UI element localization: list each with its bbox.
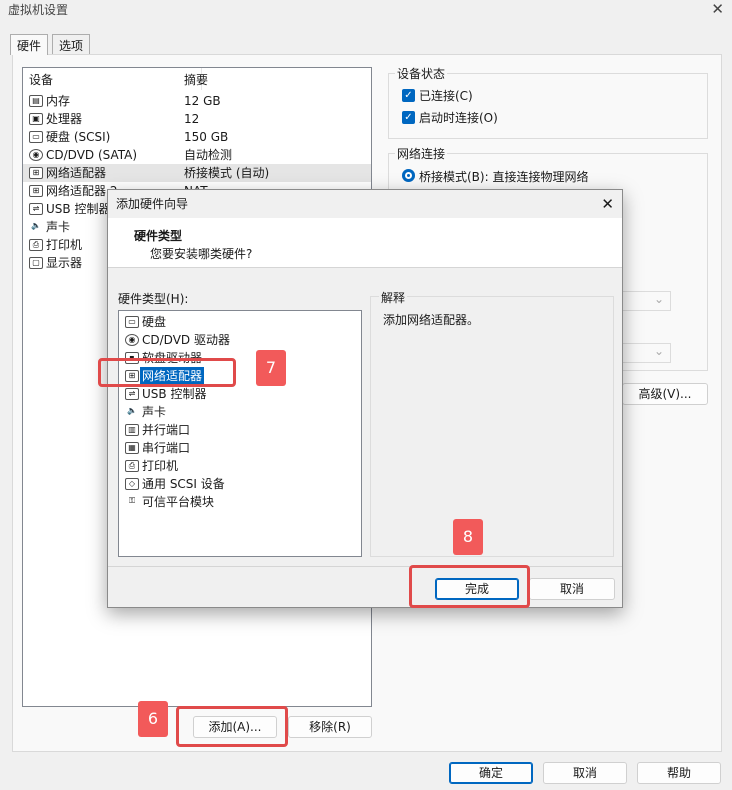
usb-icon: ⇌ xyxy=(125,388,139,400)
highlight-network-adapter xyxy=(98,358,236,387)
scsi-icon: ◇ xyxy=(125,478,139,490)
advanced-button[interactable]: 高级(V)... xyxy=(622,383,708,405)
wizard-heading: 硬件类型 xyxy=(134,229,183,243)
ok-button[interactable]: 确定 xyxy=(449,762,533,784)
hw-item-usb[interactable]: ⇌ USB 控制器 xyxy=(119,385,361,403)
tab-hardware[interactable]: 硬件 xyxy=(10,34,49,55)
add-hardware-wizard: 添加硬件向导 ✕ 硬件类型 您要安装哪类硬件? 硬件类型(H): ▭ 硬盘 ◉ … xyxy=(107,189,623,608)
remove-hardware-button[interactable]: 移除(R) xyxy=(288,716,372,738)
sound-icon: 🔈 xyxy=(125,406,139,418)
hw-item-serial-port[interactable]: ▦ 串行端口 xyxy=(119,439,361,457)
harddisk-icon: ▭ xyxy=(29,131,43,143)
column-header-summary[interactable]: 摘要 xyxy=(184,71,208,88)
device-row-memory[interactable]: ▤ 内存 12 GB xyxy=(23,92,371,110)
window-title: 虚拟机设置 xyxy=(8,3,69,17)
device-row-harddisk[interactable]: ▭ 硬盘 (SCSI) 150 GB xyxy=(23,128,371,146)
wizard-subheading: 您要安装哪类硬件? xyxy=(150,247,253,261)
explanation-label: 解释 xyxy=(379,289,408,306)
printer-icon: ⎙ xyxy=(125,460,139,472)
bridged-label: 桥接模式(B): 直接连接物理网络 xyxy=(419,170,589,184)
bridged-radio[interactable] xyxy=(402,169,415,182)
wizard-cancel-button[interactable]: 取消 xyxy=(529,578,615,600)
printer-icon: ⎙ xyxy=(29,239,43,251)
hw-item-sound[interactable]: 🔈 声卡 xyxy=(119,403,361,421)
harddisk-icon: ▭ xyxy=(125,316,139,328)
wizard-header: 硬件类型 您要安装哪类硬件? xyxy=(108,218,622,268)
hw-item-parallel-port[interactable]: ▥ 并行端口 xyxy=(119,421,361,439)
network-connection-title: 网络连接 xyxy=(395,145,448,162)
connected-checkbox[interactable]: ✓ xyxy=(402,89,415,102)
explanation-group: 解释 添加网络适配器。 xyxy=(370,289,614,557)
close-icon[interactable]: ✕ xyxy=(711,0,724,18)
column-header-device[interactable]: 设备 xyxy=(29,71,53,88)
device-status-group: 设备状态 ✓ 已连接(C) ✓ 启动时连接(O) xyxy=(388,65,708,139)
hw-item-printer[interactable]: ⎙ 打印机 xyxy=(119,457,361,475)
step-badge-7: 7 xyxy=(256,350,286,386)
explanation-text: 添加网络适配器。 xyxy=(383,313,480,327)
step-badge-6: 6 xyxy=(138,701,168,737)
hw-item-cddvd[interactable]: ◉ CD/DVD 驱动器 xyxy=(119,331,361,349)
device-row-cpu[interactable]: ▣ 处理器 12 xyxy=(23,110,371,128)
tpm-icon: ⚿ xyxy=(125,496,139,508)
device-row-network-adapter[interactable]: ⊞ 网络适配器 桥接模式 (自动) xyxy=(23,164,371,182)
hw-item-tpm[interactable]: ⚿ 可信平台模块 xyxy=(119,493,361,511)
connect-at-power-on-checkbox[interactable]: ✓ xyxy=(402,111,415,124)
cd-icon: ◉ xyxy=(29,149,43,161)
device-row-cddvd[interactable]: ◉ CD/DVD (SATA) 自动检测 xyxy=(23,146,371,164)
wizard-close-icon[interactable]: ✕ xyxy=(601,190,614,218)
memory-icon: ▤ xyxy=(29,95,43,107)
usb-icon: ⇌ xyxy=(29,203,43,215)
hw-item-harddisk[interactable]: ▭ 硬盘 xyxy=(119,313,361,331)
hardware-type-label: 硬件类型(H): xyxy=(118,292,189,306)
connect-at-power-on-label: 启动时连接(O) xyxy=(419,111,498,125)
hw-item-scsi[interactable]: ◇ 通用 SCSI 设备 xyxy=(119,475,361,493)
hardware-type-list[interactable]: ▭ 硬盘 ◉ CD/DVD 驱动器 ▪ 软盘驱动器 ⊞ 网络适配器 ⇌ USB … xyxy=(118,310,362,557)
window-title-bar: 虚拟机设置 ✕ xyxy=(0,0,732,30)
serial-port-icon: ▦ xyxy=(125,442,139,454)
tab-options[interactable]: 选项 xyxy=(52,34,91,55)
network-icon: ⊞ xyxy=(29,185,43,197)
parallel-port-icon: ▥ xyxy=(125,424,139,436)
sound-icon: 🔈 xyxy=(29,221,43,233)
cd-icon: ◉ xyxy=(125,334,139,346)
display-icon: ▢ xyxy=(29,257,43,269)
device-status-title: 设备状态 xyxy=(395,65,448,82)
step-badge-8: 8 xyxy=(453,519,483,555)
help-button[interactable]: 帮助 xyxy=(637,762,721,784)
cpu-icon: ▣ xyxy=(29,113,43,125)
highlight-add-button xyxy=(176,706,288,747)
highlight-finish-button xyxy=(409,565,530,608)
wizard-title: 添加硬件向导 xyxy=(108,190,622,218)
network-icon: ⊞ xyxy=(29,167,43,179)
connected-label: 已连接(C) xyxy=(419,89,473,103)
cancel-button[interactable]: 取消 xyxy=(543,762,627,784)
